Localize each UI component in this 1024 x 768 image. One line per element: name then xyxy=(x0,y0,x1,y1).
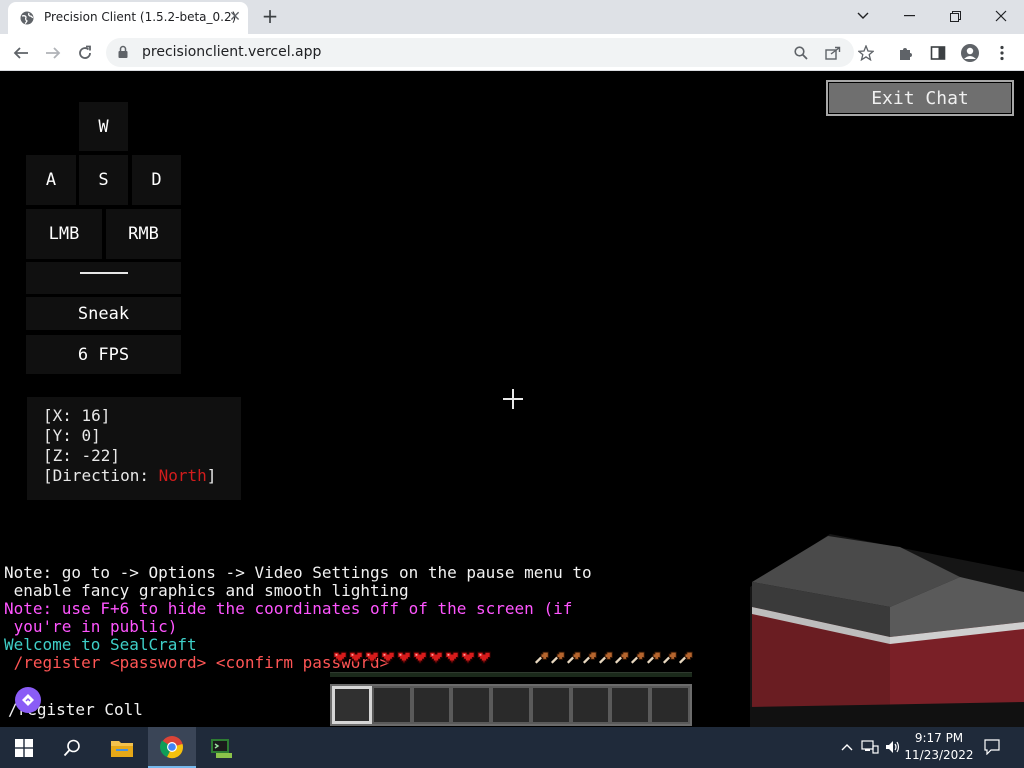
heart-icon xyxy=(397,651,411,664)
forward-arrow-icon[interactable] xyxy=(40,40,66,66)
browser-tab[interactable]: Precision Client (1.5.2-beta_0.2) ✕ xyxy=(8,2,248,34)
heart-icon xyxy=(477,651,491,664)
experience-bar xyxy=(330,672,692,677)
key-d: D xyxy=(132,155,181,205)
drumstick-icon xyxy=(662,651,677,664)
key-lmb: LMB xyxy=(26,209,102,259)
profile-avatar-icon[interactable] xyxy=(957,40,983,66)
heart-icon xyxy=(365,651,379,664)
chat-line: you're in public) xyxy=(4,617,178,636)
drumstick-icon xyxy=(598,651,613,664)
fps-counter: 6 FPS xyxy=(26,335,181,374)
hotbar-slot[interactable] xyxy=(610,686,651,724)
lock-icon xyxy=(118,45,128,58)
hotbar-slot[interactable] xyxy=(411,686,452,724)
direction-prefix: [Direction: xyxy=(43,466,159,485)
clock-time: 9:17 PM xyxy=(914,731,964,745)
heart-icon xyxy=(461,651,475,664)
browser-toolbar: precisionclient.vercel.app xyxy=(0,34,1024,71)
hotbar-slot[interactable] xyxy=(530,686,571,724)
drumstick-icon xyxy=(646,651,661,664)
diamond-arrow-icon xyxy=(22,694,34,706)
hotbar-slot[interactable] xyxy=(451,686,492,724)
heart-icon xyxy=(413,651,427,664)
clock-date: 11/23/2022 xyxy=(904,748,974,762)
game-canvas[interactable]: W A S D LMB RMB Sneak 6 FPS [X: 16] [Y: … xyxy=(0,72,1024,727)
terminal-app-icon[interactable] xyxy=(198,727,246,768)
hotbar[interactable] xyxy=(330,684,692,726)
coord-direction: [Direction: North] xyxy=(43,466,241,486)
health-bar xyxy=(332,650,492,666)
search-icon[interactable] xyxy=(790,42,812,64)
coordinates-panel: [X: 16] [Y: 0] [Z: -22] [Direction: Nort… xyxy=(27,397,241,500)
hotbar-slot[interactable] xyxy=(332,686,372,724)
notifications-icon[interactable] xyxy=(983,738,1001,756)
key-space xyxy=(26,262,181,294)
hotbar-slot[interactable] xyxy=(491,686,531,724)
world-block xyxy=(750,534,1024,727)
tab-search-icon[interactable] xyxy=(840,0,886,32)
side-panel-icon[interactable] xyxy=(925,40,951,66)
windows-logo-icon xyxy=(15,738,33,757)
assistant-button[interactable] xyxy=(15,687,41,713)
key-rmb: RMB xyxy=(106,209,181,259)
direction-suffix: ] xyxy=(206,466,217,485)
heart-icon xyxy=(349,651,363,664)
key-s: S xyxy=(79,155,128,205)
coord-y: [Y: 0] xyxy=(43,426,101,445)
chevron-up-icon[interactable] xyxy=(838,738,856,756)
chat-line: Note: use F+6 to hide the coordinates of… xyxy=(4,599,573,618)
heart-icon xyxy=(445,651,459,664)
heart-icon xyxy=(381,651,395,664)
coord-x: [X: 16] xyxy=(43,406,111,425)
system-clock[interactable]: 9:17 PM 11/23/2022 xyxy=(900,730,978,764)
restore-button[interactable] xyxy=(932,0,978,32)
drumstick-icon xyxy=(550,651,565,664)
url-text: precisionclient.vercel.app xyxy=(142,44,322,60)
start-button[interactable] xyxy=(0,727,48,768)
exit-chat-button[interactable]: Exit Chat xyxy=(826,80,1014,116)
close-window-button[interactable] xyxy=(978,0,1024,32)
drumstick-icon xyxy=(630,651,645,664)
drumstick-icon xyxy=(534,651,549,664)
drumstick-icon xyxy=(614,651,629,664)
reload-icon[interactable] xyxy=(72,40,98,66)
tab-close-icon[interactable]: ✕ xyxy=(226,8,244,26)
address-bar[interactable]: precisionclient.vercel.app xyxy=(106,38,854,67)
coord-z: [Z: -22] xyxy=(43,446,121,465)
crosshair-icon xyxy=(503,389,523,409)
back-arrow-icon[interactable] xyxy=(8,40,34,66)
bookmark-star-icon[interactable] xyxy=(853,40,879,66)
hotbar-slot[interactable] xyxy=(371,686,412,724)
windows-taskbar: 9:17 PM 11/23/2022 xyxy=(0,727,1024,768)
kebab-menu-icon[interactable] xyxy=(989,40,1015,66)
drumstick-icon xyxy=(566,651,581,664)
chrome-taskbar-icon[interactable] xyxy=(148,727,196,768)
file-explorer-icon[interactable] xyxy=(98,727,146,768)
tab-title: Precision Client (1.5.2-beta_0.2) xyxy=(44,10,237,24)
network-icon[interactable] xyxy=(861,738,879,756)
chat-line: enable fancy graphics and smooth lightin… xyxy=(4,581,409,600)
key-w: W xyxy=(79,102,128,151)
chat-line: Note: go to -> Options -> Video Settings… xyxy=(4,563,592,582)
taskbar-search-icon[interactable] xyxy=(48,727,96,768)
hunger-bar xyxy=(534,650,694,666)
hotbar-slot[interactable] xyxy=(650,686,691,724)
drumstick-icon xyxy=(582,651,597,664)
share-icon[interactable] xyxy=(822,42,844,64)
extensions-puzzle-icon[interactable] xyxy=(893,40,919,66)
heart-icon xyxy=(333,651,347,664)
drumstick-icon xyxy=(678,651,693,664)
key-a: A xyxy=(26,155,76,205)
heart-icon xyxy=(429,651,443,664)
hotbar-slot[interactable] xyxy=(570,686,611,724)
new-tab-button[interactable]: + xyxy=(258,5,282,29)
globe-icon xyxy=(20,11,34,25)
minimize-button[interactable] xyxy=(886,0,932,32)
browser-titlebar: Precision Client (1.5.2-beta_0.2) ✕ + xyxy=(0,0,1024,34)
direction-value: North xyxy=(158,466,207,485)
space-bar-indicator xyxy=(80,272,128,274)
sneak-indicator: Sneak xyxy=(26,297,181,330)
